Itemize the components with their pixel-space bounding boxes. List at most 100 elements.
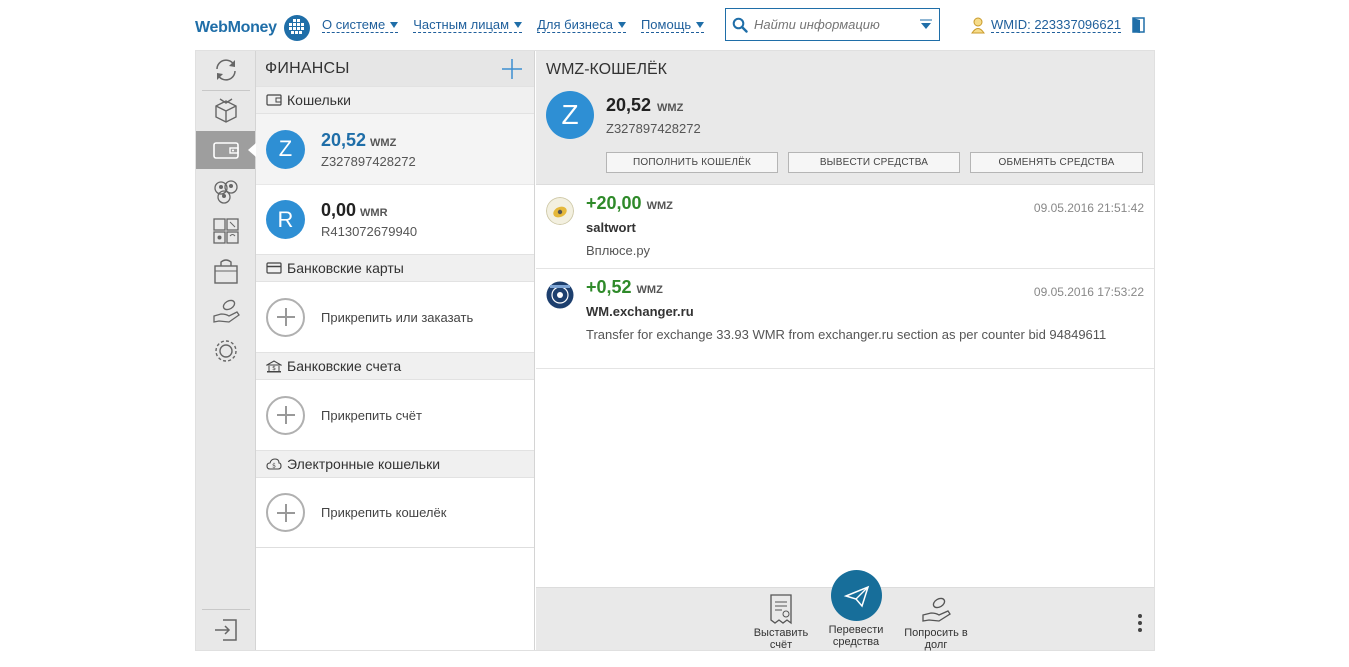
attach-card-item[interactable]: Прикрепить или заказать [256,282,534,352]
wmid-link[interactable]: WMID: 223337096621 [991,17,1122,33]
send-label-line2: средства [832,636,880,648]
nav-help-label: Помощь [640,17,692,32]
caret-down-icon [390,21,399,28]
cards-section-header: Банковские карты [256,254,534,282]
ewallets-section-header: $ Электронные кошельки [256,450,534,478]
dot [1138,614,1142,618]
transaction-description: Вплюсе.ру [586,243,650,258]
withdraw-button[interactable]: ВЫВЕСТИ СРЕДСТВА [788,152,960,173]
invoice-label-line1: Выставить [753,627,809,639]
topup-button[interactable]: ПОПОЛНИТЬ КОШЕЛЁК [606,152,778,173]
wallet-amount: 20,52 [606,95,652,115]
payments-grid-icon [212,218,239,244]
transaction-row[interactable]: +20,00 WMZ 09.05.2016 21:51:42 saltwort В… [536,185,1154,269]
request-loan-action[interactable]: Попросить в долг [896,588,976,651]
left-rail [196,51,256,650]
attach-wallet-button[interactable] [266,493,305,532]
nav-business[interactable]: Для бизнеса [537,17,626,33]
wallet-currency: WMZ [657,102,684,114]
attach-account-label: Прикрепить счёт [321,407,422,423]
svg-text:$: $ [272,462,276,469]
wallet-number: Z327897428272 [606,121,701,136]
wallet-detail-panel: WMZ-КОШЕЛЁК Z 20,52 WMZ Z327897428272 ПОП… [536,51,1154,651]
wmid-area: WMID: 223337096621 [970,16,1146,34]
caret-down-icon [514,21,523,28]
transaction-amount: +0,52 WMZ [586,277,663,298]
bank-card-icon [266,262,282,274]
wallet-icon [212,142,239,159]
nav-help[interactable]: Помощь [640,17,705,33]
caret-down-icon [696,21,705,28]
exit-button[interactable] [196,611,255,649]
top-header: WebMoney О системе Частным лицам Для биз… [0,0,1349,50]
plus-icon [276,308,295,326]
nav-individuals[interactable]: Частным лицам [413,17,523,33]
rail-packages-button[interactable] [196,91,255,129]
rail-divider [202,609,250,610]
purse-currency: WMR [360,207,388,219]
rail-shop-button[interactable] [196,252,255,290]
attach-wallet-item[interactable]: Прикрепить кошелёк [256,478,534,548]
wallet-summary: WMZ-КОШЕЛЁК Z 20,52 WMZ Z327897428272 ПОП… [536,51,1154,185]
caret-down-icon [617,21,626,28]
purse-avatar: Z [266,129,305,169]
purse-info: 20,52 WMZ Z327897428272 [321,130,416,169]
dot [1138,621,1142,625]
attach-account-button[interactable] [266,395,305,435]
purse-item-wmr[interactable]: R 0,00 WMR R413072679940 [256,184,534,254]
finance-header: ФИНАНСЫ [256,51,534,86]
loan-label-line2: долг [924,639,948,651]
more-options-icon[interactable] [1138,614,1142,632]
search-box [725,8,940,41]
svg-text:$: $ [272,365,276,372]
ewallets-section-label: Электронные кошельки [287,456,441,472]
nav-about[interactable]: О системе [322,17,399,33]
search-icon [732,17,748,33]
transaction-date: 09.05.2016 21:51:42 [1033,201,1144,215]
transaction-counterparty: saltwort [586,220,636,235]
add-icon[interactable] [501,58,523,80]
cards-section-label: Банковские карты [287,260,404,276]
search-input[interactable] [754,17,914,32]
finance-title: ФИНАНСЫ [265,59,350,77]
rail-loans-button[interactable] [196,292,255,330]
exchanger-avatar-icon [546,281,574,309]
attach-account-item[interactable]: Прикрепить счёт [256,380,534,450]
transaction-date: 09.05.2016 17:53:22 [1033,285,1144,299]
purse-balance: 0,00 WMR [321,200,417,221]
rail-payments-button[interactable] [196,212,255,250]
webmoney-logo[interactable]: WebMoney [195,14,311,42]
rail-settings-button[interactable] [196,332,255,370]
invoice-label-line2: счёт [769,639,793,651]
purse-balance: 20,52 WMZ [321,130,416,151]
refresh-button[interactable] [196,51,255,89]
refresh-icon [215,59,236,81]
plus-icon [276,406,295,424]
contacts-icon [213,180,238,204]
invoice-action[interactable]: Выставить счёт [741,588,821,651]
package-icon [214,98,237,123]
transaction-row[interactable]: +0,52 WMZ 09.05.2016 17:53:22 WM.exchange… [536,269,1154,369]
nav-about-label: О системе [322,17,386,32]
accounts-section-label: Банковские счета [287,358,402,374]
wallet-balance: 20,52 WMZ [606,95,683,116]
send-funds-button[interactable] [831,570,882,621]
exchange-button[interactable]: ОБМЕНЯТЬ СРЕДСТВА [970,152,1143,173]
transaction-amount: +20,00 WMZ [586,193,673,214]
loan-label-line1: Попросить в [904,627,968,639]
purse-amount: 0,00 [321,200,357,220]
transaction-currency: WMZ [636,284,663,296]
logout-door-icon[interactable] [1132,17,1146,33]
purse-currency: WMZ [370,136,397,149]
gear-icon [214,340,237,362]
send-funds-label[interactable]: Перевести средства [816,624,896,648]
rail-contacts-button[interactable] [196,172,255,210]
purse-item-wmz[interactable]: Z 20,52 WMZ Z327897428272 [256,114,534,184]
attach-card-button[interactable] [266,297,305,337]
plus-icon [276,503,295,522]
search-dropdown-icon[interactable] [919,18,933,30]
logo-text: WebMoney [195,19,277,36]
shopping-bag-icon [213,259,238,284]
saltwort-avatar-icon [546,197,574,225]
rail-finance-button[interactable] [196,131,256,169]
